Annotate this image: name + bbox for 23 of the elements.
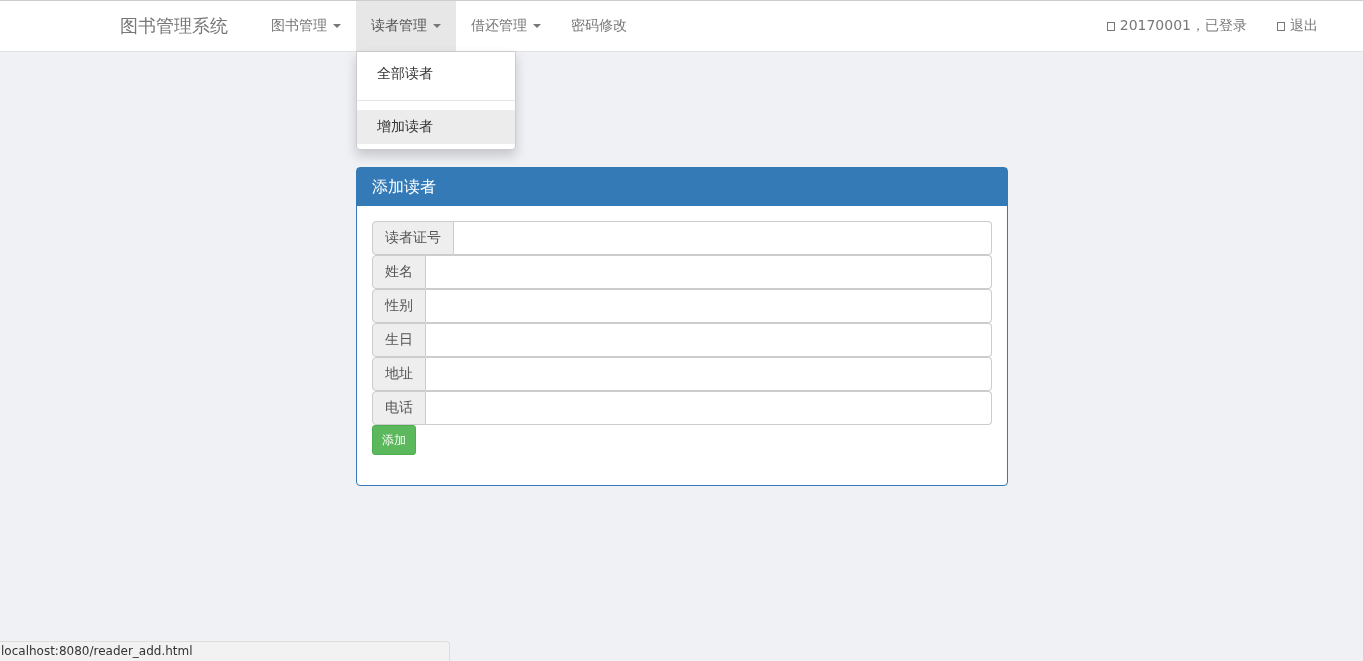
input-field[interactable] bbox=[453, 221, 992, 255]
input-field[interactable] bbox=[425, 289, 992, 323]
input-field[interactable] bbox=[425, 255, 992, 289]
user-status-link[interactable]: 20170001，已登录 bbox=[1091, 1, 1262, 51]
input-field[interactable] bbox=[425, 323, 992, 357]
nav-menu-item[interactable]: 借还管理 bbox=[456, 1, 556, 51]
app-brand[interactable]: 图书管理系统 bbox=[120, 14, 228, 38]
field-label: 读者证号 bbox=[371, 221, 454, 255]
field-label: 地址 bbox=[371, 357, 426, 391]
field-label: 性别 bbox=[371, 289, 426, 323]
status-url: localhost:8080/reader_add.html bbox=[1, 644, 193, 658]
field-label: 电话 bbox=[371, 391, 426, 425]
nav-menu-item[interactable]: 图书管理 bbox=[256, 1, 356, 51]
input-field[interactable] bbox=[425, 391, 992, 425]
panel-header: 添加读者 bbox=[356, 168, 1007, 206]
field-label: 姓名 bbox=[371, 255, 426, 289]
add-button[interactable]: 添加 bbox=[371, 425, 416, 455]
logout-link[interactable]: 退出 bbox=[1262, 1, 1333, 51]
nav-menu-item[interactable]: 密码修改 bbox=[556, 1, 642, 51]
field-label: 生日 bbox=[371, 323, 426, 357]
input-field[interactable] bbox=[425, 357, 992, 391]
dropdown-item[interactable]: 增加读者 bbox=[357, 110, 515, 144]
dropdown-item[interactable]: 全部读者 bbox=[357, 57, 515, 91]
